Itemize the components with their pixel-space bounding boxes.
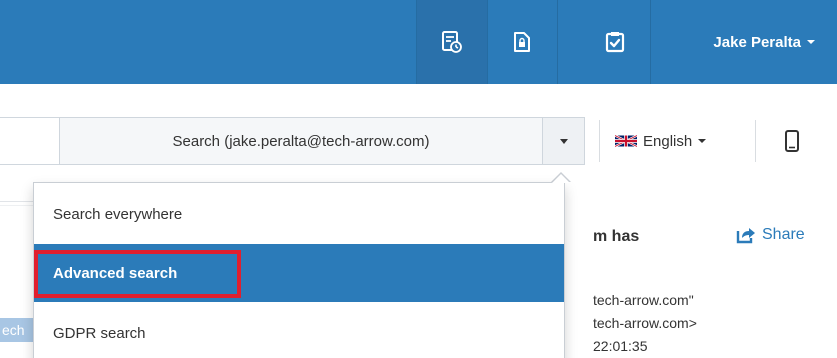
- mobile-view-button[interactable]: [770, 117, 814, 165]
- menu-item-label: GDPR search: [53, 324, 146, 342]
- text-input[interactable]: [0, 117, 59, 165]
- separator: [755, 120, 756, 162]
- user-menu[interactable]: Jake Peralta: [650, 0, 837, 84]
- mobile-phone-icon: [785, 130, 799, 152]
- locked-file-icon: [514, 32, 530, 52]
- share-button[interactable]: Share: [736, 226, 805, 244]
- report-icon: [442, 31, 462, 53]
- menu-item-label: Search everywhere: [53, 205, 183, 223]
- dropdown-arrow-fill: [552, 174, 570, 183]
- share-icon: [736, 228, 755, 244]
- language-label: English: [643, 132, 693, 150]
- menu-item-search-everywhere[interactable]: Search everywhere: [34, 185, 564, 243]
- share-label: Share: [762, 226, 805, 243]
- clipboard-button[interactable]: [580, 0, 650, 84]
- chevron-down-icon: [559, 138, 568, 144]
- message-detail-line: tech-arrow.com>: [593, 315, 697, 331]
- report-button[interactable]: [417, 0, 487, 84]
- search-dropdown-toggle[interactable]: [543, 117, 585, 165]
- message-title: m has: [593, 228, 640, 245]
- menu-item-gdpr-search[interactable]: GDPR search: [34, 304, 564, 358]
- search-button-label: Search (jake.peralta@tech-arrow.com): [172, 132, 430, 150]
- clipboard-check-icon: [605, 32, 625, 53]
- message-detail-line: 22:01:35: [593, 338, 648, 354]
- top-navigation-bar: Jake Peralta: [0, 0, 837, 84]
- highlight-annotation: [34, 250, 241, 298]
- chevron-down-icon: [698, 139, 707, 143]
- uk-flag-icon: [615, 134, 637, 148]
- selected-row-text: ech: [2, 322, 25, 338]
- language-selector[interactable]: English: [615, 117, 707, 165]
- separator: [557, 0, 558, 84]
- message-detail-line: tech-arrow.com": [593, 292, 694, 308]
- user-name: Jake Peralta: [713, 33, 801, 51]
- locked-file-button[interactable]: [487, 0, 557, 84]
- chevron-down-icon: [807, 40, 815, 44]
- separator: [599, 120, 600, 162]
- search-button[interactable]: Search (jake.peralta@tech-arrow.com): [59, 117, 543, 165]
